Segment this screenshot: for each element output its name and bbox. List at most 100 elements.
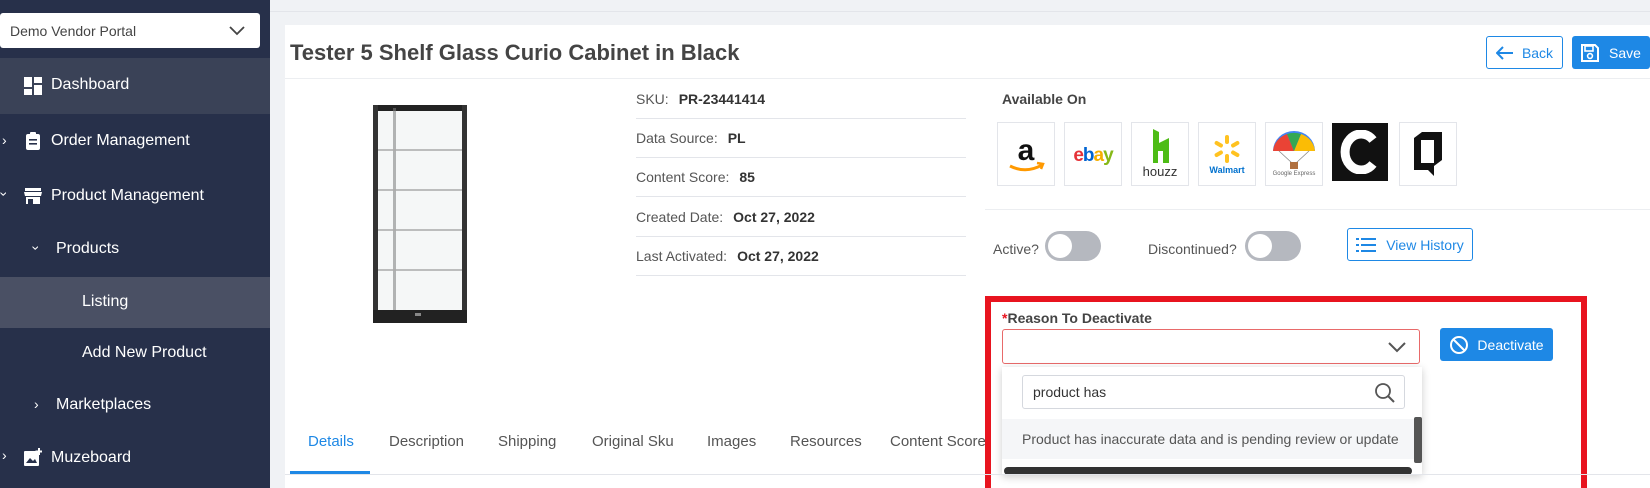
save-button[interactable]: Save	[1572, 36, 1650, 69]
google-express-wordmark: Google Express	[1272, 171, 1316, 177]
list-icon	[1356, 237, 1377, 252]
chevron-down-icon: ›	[0, 192, 12, 197]
save-label: Save	[1609, 44, 1641, 61]
created-value: Oct 27, 2022	[733, 209, 815, 225]
amazon-icon: a	[1009, 134, 1045, 172]
clipboard-icon	[26, 132, 40, 150]
sidebar-item-label: Muzeboard	[51, 449, 132, 466]
google-express-icon	[1273, 131, 1315, 169]
dropdown-option[interactable]: Product has inaccurate data and is pendi…	[1002, 419, 1414, 459]
marketplace-houzz[interactable]: houzz	[1131, 122, 1189, 186]
view-history-button[interactable]: View History	[1347, 228, 1473, 261]
active-tab-indicator	[290, 471, 370, 474]
ban-icon	[1450, 335, 1469, 354]
marketplace-walmart[interactable]: Walmart	[1198, 122, 1256, 186]
arrow-left-icon	[1495, 45, 1513, 60]
header-divider	[285, 78, 1650, 79]
sidebar-item-products[interactable]: › Products	[0, 225, 270, 277]
walmart-spark-icon	[1214, 135, 1240, 163]
svg-text:ebay: ebay	[1073, 145, 1114, 166]
chevron-right-icon: ›	[2, 447, 7, 463]
toggle-knob	[1248, 234, 1272, 258]
page-title: Tester 5 Shelf Glass Curio Cabinet in Bl…	[290, 40, 740, 65]
active-label: Active?	[993, 241, 1039, 257]
product-image	[373, 105, 467, 323]
sidebar-item-label: Products	[56, 240, 120, 257]
marketplace-amazon[interactable]: a	[997, 122, 1055, 186]
marketplace-google-express[interactable]: Google Express	[1265, 122, 1323, 186]
top-strip	[270, 0, 1650, 12]
score-label: Content Score:	[636, 169, 730, 185]
info-row-score: Content Score: 85	[636, 158, 966, 197]
sidebar-item-dashboard[interactable]: Dashboard	[0, 58, 270, 114]
info-row-activated: Last Activated: Oct 27, 2022	[636, 237, 966, 276]
sku-label: SKU:	[636, 91, 669, 107]
source-value: PL	[727, 130, 746, 146]
available-on-label: Available On	[1002, 91, 1087, 107]
chevron-right-icon: ›	[34, 396, 39, 412]
activated-value: Oct 27, 2022	[737, 248, 819, 264]
sidebar-item-label: Add New Product	[82, 344, 207, 361]
sidebar-item-label: Dashboard	[51, 76, 130, 93]
save-icon	[1581, 43, 1600, 62]
back-button[interactable]: Back	[1486, 36, 1563, 69]
info-row-created: Created Date: Oct 27, 2022	[636, 198, 966, 237]
sidebar-item-label: Order Management	[51, 132, 190, 149]
c-icon	[1340, 130, 1377, 174]
q-icon	[1414, 132, 1442, 176]
image-add-icon	[24, 448, 42, 466]
tab-resources[interactable]: Resources	[790, 433, 862, 450]
deactivate-label: Deactivate	[1477, 336, 1544, 353]
sidebar-item-label: Product Management	[51, 187, 204, 204]
reason-label-text: Reason To Deactivate	[1007, 310, 1152, 326]
sidebar-item-add-new-product[interactable]: Add New Product	[0, 328, 270, 380]
portal-select[interactable]: Demo Vendor Portal	[0, 13, 260, 48]
score-value: 85	[739, 169, 755, 185]
tab-images[interactable]: Images	[707, 433, 756, 450]
available-divider	[985, 209, 1650, 210]
tab-details[interactable]: Details	[308, 433, 354, 450]
toggle-knob	[1048, 234, 1072, 258]
search-icon	[1375, 383, 1395, 403]
dropdown-search-input[interactable]: product has	[1022, 375, 1405, 409]
portal-select-value: Demo Vendor Portal	[10, 22, 137, 39]
ebay-icon: ebay	[1073, 145, 1115, 166]
discontinued-label: Discontinued?	[1148, 241, 1237, 257]
sidebar-item-muzeboard[interactable]: › Muzeboard	[0, 432, 270, 488]
marketplace-ebay[interactable]: ebay ebay	[1064, 122, 1122, 186]
tab-content-score[interactable]: Content Score	[890, 433, 986, 450]
chevron-down-icon: ›	[28, 245, 45, 251]
walmart-wordmark: Walmart	[1209, 165, 1245, 175]
marketplace-c[interactable]	[1332, 123, 1388, 181]
chevron-down-icon	[229, 26, 245, 36]
tab-description[interactable]: Description	[389, 433, 464, 450]
created-label: Created Date:	[636, 209, 724, 225]
reason-dropdown: product has Product has inaccurate data …	[1002, 367, 1422, 475]
dashboard-icon	[24, 77, 42, 95]
houzz-icon	[1153, 129, 1169, 163]
tab-shipping[interactable]: Shipping	[498, 433, 556, 450]
info-row-sku: SKU: PR-23441414	[636, 80, 966, 119]
dropdown-scrollbar[interactable]	[1414, 417, 1422, 463]
sidebar-item-listing[interactable]: Listing	[0, 277, 270, 328]
source-label: Data Source:	[636, 130, 718, 146]
sidebar-item-label: Listing	[82, 293, 129, 310]
tab-original-sku[interactable]: Original Sku	[592, 433, 674, 450]
dropdown-option-label: Product has inaccurate data and is pendi…	[1022, 431, 1399, 447]
deactivate-button[interactable]: Deactivate	[1440, 328, 1553, 361]
store-icon	[24, 188, 42, 204]
sidebar-item-marketplaces[interactable]: › Marketplaces	[0, 380, 270, 432]
back-label: Back	[1521, 44, 1554, 61]
tabs-divider	[285, 474, 1650, 475]
discontinued-toggle[interactable]	[1245, 231, 1301, 261]
sidebar-item-order-management[interactable]: › Order Management	[0, 115, 270, 169]
reason-select[interactable]	[1002, 329, 1420, 364]
active-toggle[interactable]	[1045, 231, 1101, 261]
info-row-source: Data Source: PL	[636, 119, 966, 158]
sidebar-item-label: Marketplaces	[56, 396, 152, 413]
sidebar-item-product-management[interactable]: › Product Management	[0, 170, 270, 224]
view-history-label: View History	[1386, 236, 1464, 253]
houzz-wordmark: houzz	[1142, 164, 1178, 179]
sidebar: Demo Vendor Portal Dashboard › Order Man…	[0, 0, 270, 488]
marketplace-q[interactable]	[1399, 122, 1457, 186]
